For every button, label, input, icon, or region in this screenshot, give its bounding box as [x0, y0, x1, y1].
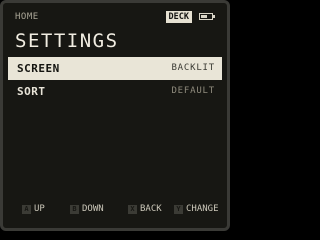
hint-label: CHANGE [186, 204, 219, 214]
x-button-icon: X [128, 205, 137, 214]
settings-screen: HOME DECK SETTINGS SCREEN BACKLIT SORT D… [0, 0, 230, 231]
hint-label: DOWN [82, 204, 104, 214]
breadcrumb: HOME [15, 12, 39, 22]
menu-item-value: DEFAULT [171, 86, 215, 96]
battery-icon [199, 13, 215, 20]
menu-item-screen[interactable]: SCREEN BACKLIT [8, 57, 222, 80]
hint-up[interactable]: A UP [22, 204, 45, 214]
settings-menu: SCREEN BACKLIT SORT DEFAULT [8, 57, 222, 103]
top-bar: HOME DECK [3, 10, 227, 24]
a-button-icon: A [22, 205, 31, 214]
hint-back[interactable]: X BACK [128, 204, 162, 214]
menu-item-label: SCREEN [17, 62, 60, 75]
menu-item-sort[interactable]: SORT DEFAULT [8, 80, 222, 103]
menu-item-label: SORT [17, 85, 46, 98]
hint-label: UP [34, 204, 45, 214]
battery-level-fill [201, 15, 207, 18]
button-hints: A UP B DOWN X BACK Y CHANGE [3, 204, 227, 218]
hint-change[interactable]: Y CHANGE [174, 204, 219, 214]
page-title: SETTINGS [15, 30, 119, 52]
y-button-icon: Y [174, 205, 183, 214]
menu-item-value: BACKLIT [171, 63, 215, 73]
b-button-icon: B [70, 205, 79, 214]
hint-label: BACK [140, 204, 162, 214]
deck-badge: DECK [165, 11, 192, 23]
hint-down[interactable]: B DOWN [70, 204, 104, 214]
